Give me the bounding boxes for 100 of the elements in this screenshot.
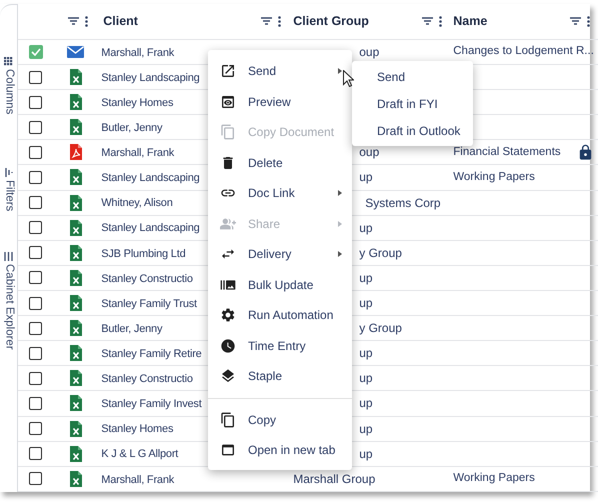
filter-icon[interactable]: [68, 17, 80, 26]
table-cell: y Group: [359, 321, 402, 336]
client-name[interactable]: Stanley Constructio: [101, 272, 193, 285]
client-name[interactable]: K J & L G Allport: [101, 448, 178, 460]
checkbox[interactable]: [29, 196, 42, 210]
filter-icon[interactable]: [422, 17, 434, 26]
menu-item[interactable]: Delete: [208, 148, 352, 178]
spreadsheet-file-icon: [70, 244, 82, 261]
checkbox[interactable]: [29, 422, 42, 436]
copy-icon: [220, 412, 236, 428]
menu-item[interactable]: Time Entry: [208, 330, 352, 361]
pdf-file-icon: [70, 144, 82, 160]
client-name[interactable]: Stanley Family Trust: [101, 298, 197, 310]
spreadsheet-file-icon: [70, 470, 82, 487]
document-name[interactable]: Changes to Lodgement R...: [453, 43, 594, 61]
table-cell: oup: [359, 44, 380, 59]
checkbox[interactable]: [29, 271, 42, 284]
table-cell: up: [359, 270, 373, 285]
column-header[interactable]: Name: [453, 12, 488, 31]
more-options-icon[interactable]: [586, 16, 590, 27]
client-name[interactable]: Whitney, Alison: [101, 197, 173, 210]
table-cell: Marshall Group: [293, 472, 376, 486]
document-name[interactable]: Working Papers: [453, 470, 535, 488]
sidebar-tab[interactable]: Cabinet Explorer: [0, 264, 18, 350]
window-icon: [220, 442, 236, 458]
menu-item[interactable]: Copy: [208, 404, 352, 435]
checkbox[interactable]: [29, 120, 42, 134]
preview-icon: [220, 94, 236, 110]
spreadsheet-file-icon: [70, 69, 82, 86]
menu-item[interactable]: Delivery: [208, 239, 352, 270]
more-options-icon[interactable]: [278, 16, 282, 27]
filter-icon[interactable]: [570, 17, 581, 26]
client-name[interactable]: Marshall, Frank: [101, 147, 174, 160]
submenu-item[interactable]: Draft in FYI: [352, 90, 473, 117]
layers-icon: [220, 368, 236, 384]
client-name[interactable]: Stanley Family Invest: [101, 398, 202, 410]
spreadsheet-file-icon: [70, 446, 82, 462]
envelope-icon: [67, 46, 84, 58]
client-name[interactable]: Stanley Landscaping: [101, 72, 200, 84]
client-name[interactable]: Stanley Family Retire: [101, 348, 202, 360]
checkbox[interactable]: [28, 44, 43, 59]
spreadsheet-file-icon: [70, 169, 82, 186]
checkbox[interactable]: [29, 346, 42, 360]
client-name[interactable]: Butler, Jenny: [101, 122, 162, 134]
menu-item[interactable]: Doc Link: [208, 178, 352, 208]
checkbox[interactable]: [29, 146, 42, 159]
sidebar-tab[interactable]: Filters: [0, 180, 18, 212]
column-header[interactable]: Client: [103, 12, 138, 31]
document-name[interactable]: Working Papers: [453, 168, 535, 186]
more-options-icon[interactable]: [85, 16, 88, 27]
spreadsheet-file-icon: [70, 194, 82, 211]
spreadsheet-file-icon: [70, 295, 82, 312]
more-options-icon[interactable]: [439, 16, 442, 27]
menu-item[interactable]: Preview: [208, 86, 352, 117]
submenu-item[interactable]: Send: [352, 63, 473, 90]
spreadsheet-file-icon: [70, 270, 82, 286]
menu-item[interactable]: Bulk Update: [208, 270, 352, 300]
document-name[interactable]: Financial Statements: [453, 144, 561, 161]
table-cell: up: [359, 296, 373, 310]
client-name[interactable]: Butler, Jenny: [101, 322, 162, 335]
menu-item[interactable]: Run Automation: [208, 300, 352, 330]
filter-icon[interactable]: [261, 17, 272, 26]
open-in-new-icon: [220, 63, 236, 80]
spreadsheet-file-icon: [70, 94, 82, 110]
clock-icon: [220, 338, 236, 354]
spreadsheet-file-icon: [70, 345, 82, 362]
table-cell: up: [359, 220, 373, 235]
client-name[interactable]: SJB Plumbing Ltd: [101, 248, 186, 260]
client-name[interactable]: Stanley Landscaping: [101, 222, 200, 234]
client-name[interactable]: Stanley Homes: [101, 423, 174, 436]
client-name[interactable]: Marshall, Frank: [101, 474, 174, 486]
table-cell: up: [359, 446, 373, 461]
grid-icon: [4, 57, 14, 66]
client-name[interactable]: Stanley Landscaping: [101, 172, 200, 184]
checkbox[interactable]: [29, 221, 42, 234]
checkbox[interactable]: [29, 372, 42, 385]
sidebar-tab[interactable]: Columns: [0, 69, 18, 114]
column-header[interactable]: Client Group: [293, 12, 369, 31]
checkbox[interactable]: [29, 70, 42, 84]
checkbox[interactable]: [29, 296, 42, 310]
menu-item[interactable]: Open in new tab: [208, 435, 352, 466]
spreadsheet-file-icon: [70, 420, 82, 437]
checkbox[interactable]: [29, 246, 42, 260]
filter-icon: [4, 168, 13, 178]
checkbox[interactable]: [29, 170, 42, 184]
client-name[interactable]: Marshall, Frank: [101, 46, 174, 59]
checkbox[interactable]: [29, 396, 42, 410]
spreadsheet-file-icon: [70, 320, 82, 336]
checkbox[interactable]: [29, 96, 42, 109]
checkbox[interactable]: [29, 447, 42, 460]
client-name[interactable]: Stanley Constructio: [101, 373, 193, 386]
client-name[interactable]: Stanley Homes: [101, 96, 174, 109]
gear-icon: [220, 307, 236, 324]
table-cell: up: [359, 346, 373, 360]
checkbox[interactable]: [29, 322, 42, 335]
checkbox[interactable]: [29, 472, 42, 486]
submenu-item[interactable]: Draft in Outlook: [352, 117, 473, 144]
spreadsheet-file-icon: [70, 395, 82, 412]
menu-item[interactable]: Staple: [208, 361, 352, 392]
spreadsheet-file-icon: [70, 119, 82, 136]
